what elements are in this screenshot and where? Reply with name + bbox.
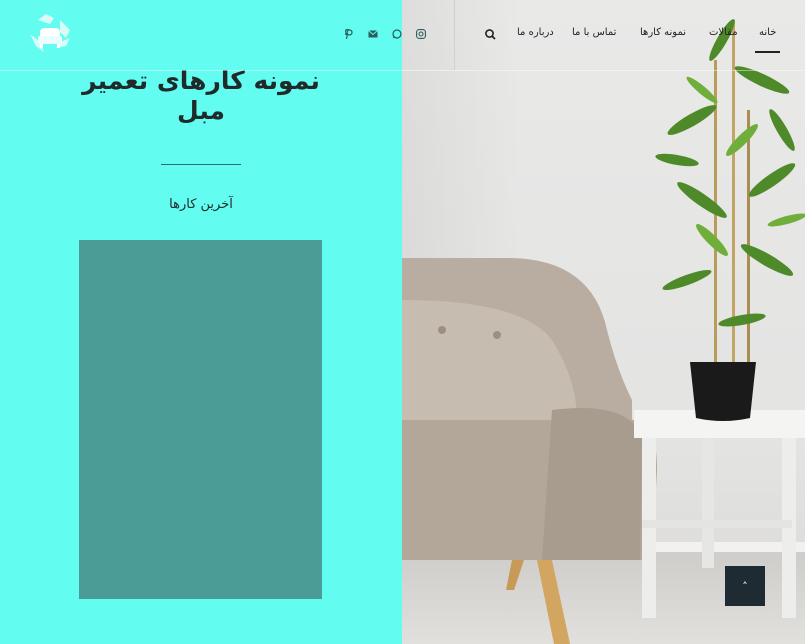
header-divider — [0, 70, 805, 71]
scroll-to-top-button[interactable]: ˄ — [725, 566, 765, 606]
recycle-sofa-logo-icon — [30, 14, 70, 52]
search-button[interactable] — [482, 26, 500, 44]
instagram-icon[interactable] — [414, 26, 428, 42]
nav-item-contact[interactable]: تماس با ما — [572, 27, 616, 45]
pinterest-icon[interactable] — [342, 26, 356, 42]
nav-item-about[interactable]: درباره ما — [517, 27, 554, 45]
nav-item-articles[interactable]: مقالات — [709, 27, 738, 45]
header-separator — [454, 0, 455, 70]
nav-item-home[interactable]: خانه — [754, 27, 781, 53]
whatsapp-icon[interactable] — [390, 26, 404, 42]
portfolio-media-placeholder[interactable] — [79, 240, 322, 599]
section-subtitle: آخرین کارها — [169, 197, 233, 212]
hero-photo — [402, 0, 805, 644]
armchair-and-plant-illustration — [402, 19, 805, 644]
site-logo[interactable] — [26, 12, 74, 56]
title-divider — [161, 164, 241, 165]
nav-item-portfolio[interactable]: نمونه کارها — [640, 27, 686, 45]
content-panel: نمونه کارهای تعمیر مبل آخرین کارها — [0, 0, 402, 644]
mail-icon[interactable] — [366, 26, 380, 42]
search-icon — [485, 29, 496, 40]
site-header: درباره ما تماس با ما نمونه کارها مقالات … — [0, 0, 805, 71]
chevron-up-icon: ˄ — [742, 579, 748, 593]
page-title: نمونه کارهای تعمیر مبل — [82, 66, 320, 125]
